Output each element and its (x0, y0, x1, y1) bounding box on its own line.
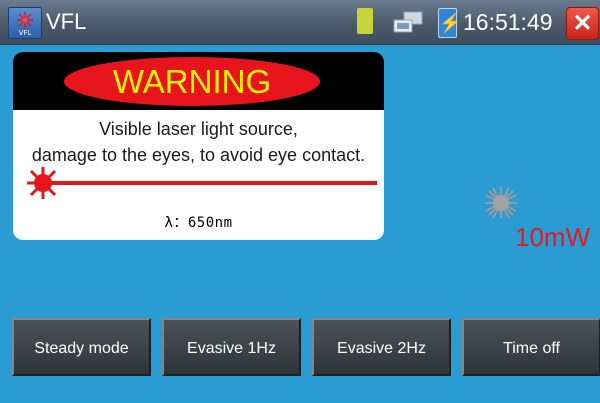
warning-header: WARNING (13, 52, 384, 110)
warning-line-1: Visible laser light source, (99, 119, 298, 139)
steady-mode-button[interactable]: Steady mode (12, 318, 151, 376)
laser-off-icon (485, 187, 517, 219)
app-title: VFL (46, 9, 87, 34)
laser-beam (51, 181, 377, 185)
vfl-screen: VFL VFL ⚡ 16:51:49 ✕ WARNING Visible las… (0, 0, 600, 403)
clock: 16:51:49 (463, 9, 553, 35)
warning-heading: WARNING (64, 57, 320, 106)
close-icon[interactable]: ✕ (566, 7, 599, 40)
app-icon-label: VFL (18, 29, 32, 37)
sd-card-icon (357, 8, 373, 34)
battery-charging-icon: ⚡ (438, 8, 461, 38)
power-value: 10mW (515, 222, 591, 252)
title-bar: VFL VFL ⚡ 16:51:49 ✕ (0, 0, 600, 45)
warning-line-2: damage to the eyes, to avoid eye contact… (31, 145, 366, 165)
evasive-1hz-button[interactable]: Evasive 1Hz (162, 318, 301, 376)
evasive-2hz-button[interactable]: Evasive 2Hz (312, 318, 451, 376)
laser-burst-icon: VFL (8, 7, 42, 39)
warning-message: Visible laser light source, damage to th… (13, 116, 384, 168)
time-off-button[interactable]: Time off (462, 318, 600, 376)
network-icon (393, 11, 423, 33)
warning-card: WARNING Visible laser light source, dama… (13, 52, 384, 240)
wavelength-label: λ：650nm (164, 215, 233, 231)
